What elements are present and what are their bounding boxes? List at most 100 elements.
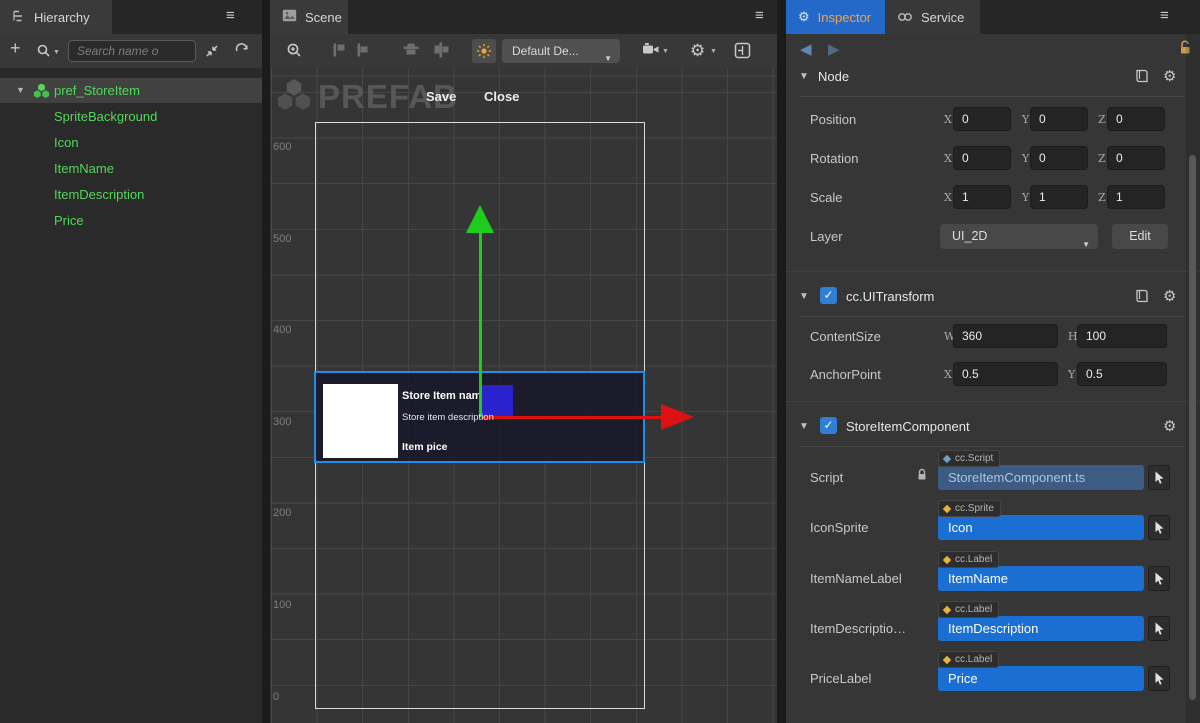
position-x-input[interactable] [953, 107, 1011, 131]
collapse-all-icon[interactable] [204, 43, 220, 64]
iconsprite-pick-button[interactable] [1148, 515, 1170, 540]
hierarchy-menu-icon[interactable]: ≡ [226, 7, 235, 24]
inspector-menu-icon[interactable]: ≡ [1160, 7, 1169, 24]
tree-row-itemdescription[interactable]: ItemDescription [0, 182, 262, 207]
tree-row-root[interactable]: ▼ pref_StoreItem [0, 78, 262, 103]
prefab-close-button[interactable]: Close [484, 89, 519, 104]
align-center-icon[interactable] [354, 42, 370, 63]
gizmo-y-arrowhead-icon[interactable] [466, 205, 494, 233]
component-gear-icon[interactable]: ⚙ [1163, 417, 1176, 435]
collapse-arrow-icon[interactable]: ▼ [799, 291, 809, 302]
uitransform-title: cc.UITransform [846, 289, 934, 304]
itemdescription-pick-button[interactable] [1148, 616, 1170, 641]
design-resolution-value: Default De... [512, 44, 579, 58]
gizmo-x-arrowhead-icon[interactable] [661, 404, 694, 430]
axis-x-label: X [944, 152, 952, 165]
distribute-horizontal-icon[interactable] [432, 42, 450, 63]
gizmo-y-axis[interactable] [479, 233, 482, 417]
service-link-icon [897, 10, 913, 25]
position-y-input[interactable] [1030, 107, 1088, 131]
prefab-save-button[interactable]: Save [426, 89, 456, 104]
inspector-gear-icon: ⚙ [798, 9, 810, 25]
lighting-toggle-button[interactable] [472, 39, 496, 63]
ruler-label: 500 [273, 233, 291, 245]
layer-select[interactable]: UI_2D ▼ [940, 224, 1098, 249]
type-chip-label: cc.Label [938, 651, 999, 668]
expand-arrow-icon[interactable]: ▼ [16, 78, 25, 103]
uitransform-enabled-checkbox[interactable]: ✓ [820, 287, 837, 304]
tree-row-itemname[interactable]: ItemName [0, 156, 262, 181]
scale-x-input[interactable] [953, 185, 1011, 209]
rotation-x-input[interactable] [953, 146, 1011, 170]
search-filter-dropdown-icon[interactable]: ▼ [53, 49, 60, 56]
uitransform-gear-icon[interactable]: ⚙ [1163, 287, 1176, 305]
tab-scene[interactable]: Scene [270, 0, 348, 34]
design-resolution-select[interactable]: Default De... ▼ [502, 39, 620, 63]
node-section-header[interactable]: ▼ Node ⚙ [786, 66, 1200, 88]
scale-y-input[interactable] [1030, 185, 1088, 209]
store-item-description-label: Store item description [402, 412, 494, 423]
uitransform-section-header[interactable]: ▼ ✓ cc.UITransform ⚙ [786, 286, 1200, 308]
inspector-tab-title: Inspector [818, 10, 871, 25]
distribute-vertical-icon[interactable] [402, 42, 420, 63]
search-filter-icon[interactable] [36, 43, 52, 64]
price-pick-button[interactable] [1148, 666, 1170, 691]
scale-z-input[interactable] [1107, 185, 1165, 209]
tree-row-spritebackground[interactable]: SpriteBackground [0, 104, 262, 129]
scene-settings-gear-icon[interactable]: ⚙ [690, 41, 705, 61]
tree-label-root: pref_StoreItem [54, 78, 140, 103]
axis-z-label: Z [1098, 113, 1106, 126]
inspector-scrollbar-thumb[interactable] [1189, 155, 1196, 700]
itemname-pick-button[interactable] [1148, 566, 1170, 591]
docs-book-icon[interactable] [1134, 68, 1150, 89]
scene-menu-icon[interactable]: ≡ [755, 7, 764, 24]
script-pick-button[interactable] [1148, 465, 1170, 490]
component-enabled-checkbox[interactable]: ✓ [820, 417, 837, 434]
docs-book-icon[interactable] [1134, 288, 1150, 309]
script-ref-field[interactable]: StoreItemComponent.ts [938, 465, 1144, 490]
collapse-arrow-icon[interactable]: ▼ [799, 421, 809, 432]
split-view-icon[interactable] [734, 42, 751, 64]
tab-service[interactable]: Service [885, 0, 980, 34]
tree-row-price[interactable]: Price [0, 208, 262, 233]
hierarchy-search-input[interactable] [68, 40, 196, 62]
refresh-icon[interactable] [234, 43, 250, 64]
rotation-y-input[interactable] [1030, 146, 1088, 170]
itemdescription-ref-field[interactable]: ItemDescription [938, 616, 1144, 641]
iconsprite-ref-field[interactable]: Icon [938, 515, 1144, 540]
tree-row-icon[interactable]: Icon [0, 130, 262, 155]
scene-tab-title: Scene [305, 10, 342, 25]
camera-dropdown-icon[interactable]: ▼ [662, 48, 669, 55]
contentsize-h-input[interactable] [1077, 324, 1167, 348]
chip-label: cc.Label [955, 554, 992, 565]
divider [800, 316, 1184, 317]
axis-z-label: Z [1098, 191, 1106, 204]
anchorpoint-y-input[interactable] [1077, 362, 1167, 386]
ruler-label: 200 [273, 507, 291, 519]
anchorpoint-x-input[interactable] [953, 362, 1058, 386]
chip-label: cc.Sprite [955, 503, 994, 514]
rotation-z-input[interactable] [1107, 146, 1165, 170]
contentsize-w-input[interactable] [953, 324, 1058, 348]
nav-back-icon[interactable]: ◀ [800, 40, 812, 58]
itemname-ref-field[interactable]: ItemName [938, 566, 1144, 591]
tree-label: Icon [54, 130, 79, 155]
scene-viewport[interactable]: 600 500 400 300 200 100 0 PREFAB Save Cl… [270, 68, 777, 723]
camera-icon[interactable] [642, 42, 660, 62]
layer-edit-button[interactable]: Edit [1112, 224, 1168, 249]
tab-inspector[interactable]: ⚙ Inspector [786, 0, 885, 34]
position-z-input[interactable] [1107, 107, 1165, 131]
tab-hierarchy[interactable]: Hierarchy [0, 0, 112, 34]
node-settings-gear-icon[interactable]: ⚙ [1163, 67, 1176, 85]
gizmo-x-axis[interactable] [481, 416, 661, 419]
collapse-arrow-icon[interactable]: ▼ [799, 71, 809, 82]
align-left-icon[interactable] [332, 42, 348, 63]
script-label: Script [810, 470, 930, 485]
component-section-header[interactable]: ▼ ✓ StoreItemComponent ⚙ [786, 416, 1200, 438]
price-ref-field[interactable]: Price [938, 666, 1144, 691]
add-node-button[interactable]: + [10, 38, 21, 59]
nav-forward-icon[interactable]: ▶ [828, 40, 840, 58]
zoom-tool-icon[interactable] [286, 42, 303, 64]
store-item-icon-sprite [323, 384, 398, 458]
gear-dropdown-icon[interactable]: ▼ [710, 48, 717, 55]
